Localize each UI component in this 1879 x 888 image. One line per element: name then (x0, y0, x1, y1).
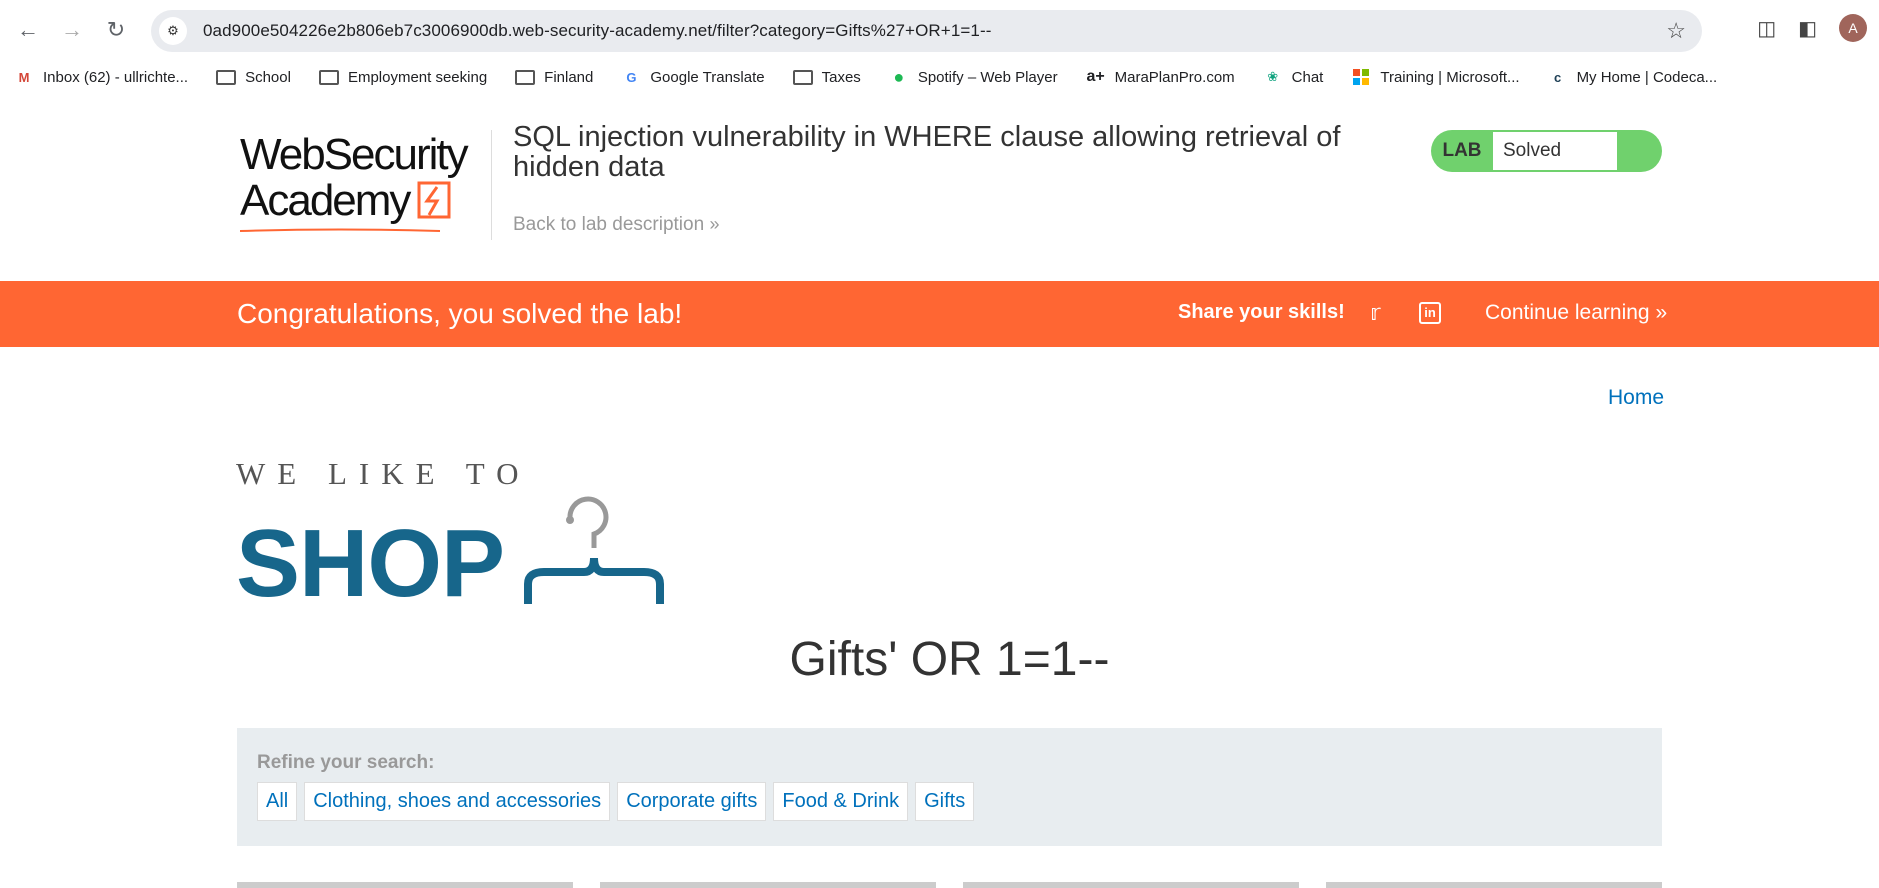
filter-all[interactable]: All (257, 782, 298, 821)
back-arrow-icon[interactable]: ← (12, 14, 44, 46)
home-link[interactable]: Home (1608, 386, 1664, 410)
extensions-icon[interactable]: ◫ (1757, 16, 1776, 41)
shop-logo[interactable]: WE LIKE TO SHOP (236, 456, 674, 617)
bookmark-codecademy[interactable]: c My Home | Codeca... (1548, 69, 1717, 86)
filter-panel: Refine your search: All Clothing, shoes … (237, 728, 1662, 846)
share-skills-label: Share your skills! (1178, 301, 1345, 323)
folder-icon (216, 69, 237, 85)
chat-icon: ❀ (1267, 69, 1279, 84)
bookmark-employment[interactable]: Employment seeking (318, 69, 487, 86)
browser-toolbar: ← → ↻ ⚙ 0ad900e504226e2b806eb7c3006900db… (0, 0, 1879, 62)
product-grid (237, 882, 1662, 888)
shop-tagline: WE LIKE TO (236, 456, 531, 491)
lab-header: WebSecurity Academy SQL injection vulner… (0, 92, 1879, 282)
bookmarks-bar: M Inbox (62) - ullrichte... School Employ… (0, 62, 1879, 92)
bookmark-google-translate[interactable]: G Google Translate (621, 69, 764, 86)
product-card[interactable] (237, 882, 573, 888)
side-panel-icon[interactable]: ◧ (1798, 16, 1817, 41)
forward-arrow-icon[interactable]: → (56, 14, 88, 46)
back-to-lab-description-link[interactable]: Back to lab description » (513, 214, 719, 236)
web-security-academy-logo[interactable]: WebSecurity Academy (240, 132, 469, 232)
address-bar[interactable]: ⚙ 0ad900e504226e2b806eb7c3006900db.web-s… (151, 10, 1702, 52)
filter-gifts[interactable]: Gifts (915, 782, 975, 821)
folder-icon (318, 69, 339, 85)
solved-banner: Congratulations, you solved the lab! Sha… (0, 281, 1879, 347)
spotify-icon: ● (893, 66, 905, 87)
hanger-icon (524, 496, 665, 604)
site-info-icon[interactable]: ⚙ (159, 17, 187, 45)
category-title: Gifts' OR 1=1-- (789, 633, 1110, 686)
bookmark-school[interactable]: School (216, 69, 291, 86)
filter-corporate-gifts[interactable]: Corporate gifts (617, 782, 767, 821)
url-text[interactable]: 0ad900e504226e2b806eb7c3006900db.web-sec… (203, 21, 991, 41)
lab-status-value: Solved (1493, 132, 1617, 170)
folder-icon (515, 69, 536, 85)
bookmark-star-icon[interactable]: ☆ (1666, 18, 1686, 44)
bookmark-training[interactable]: Training | Microsoft... (1351, 69, 1520, 86)
lab-title: SQL injection vulnerability in WHERE cla… (513, 121, 1341, 183)
linkedin-icon[interactable]: in (1419, 302, 1441, 324)
product-card[interactable] (1326, 882, 1662, 888)
double-chevron-right-icon: » (709, 214, 720, 234)
category-filters: All Clothing, shoes and accessories Corp… (257, 782, 975, 821)
continue-learning-link[interactable]: Continue learning » (1485, 301, 1667, 325)
bookmark-spotify[interactable]: ● Spotify – Web Player (889, 66, 1057, 87)
bookmark-finland[interactable]: Finland (515, 69, 593, 86)
filter-food-drink[interactable]: Food & Drink (773, 782, 909, 821)
codecademy-icon: c (1553, 69, 1562, 85)
product-card[interactable] (600, 882, 936, 888)
avatar[interactable]: A (1839, 14, 1867, 42)
bookmark-taxes[interactable]: Taxes (792, 69, 861, 86)
bookmark-inbox[interactable]: M Inbox (62) - ullrichte... (14, 69, 188, 86)
a-plus-icon: a+ (1086, 68, 1105, 85)
reload-icon[interactable]: ↻ (100, 14, 132, 46)
lab-status-widget: LAB Solved (1431, 130, 1662, 172)
microsoft-icon (1351, 69, 1371, 85)
header-divider (491, 130, 492, 240)
congratulations-message: Congratulations, you solved the lab! (237, 298, 683, 329)
filter-clothing[interactable]: Clothing, shoes and accessories (304, 782, 611, 821)
gmail-icon: M (18, 69, 30, 85)
lab-status-label: LAB (1442, 140, 1482, 161)
product-card[interactable] (963, 882, 1299, 888)
bookmark-maraplanpro[interactable]: a+ MaraPlanPro.com (1086, 68, 1234, 86)
twitter-icon[interactable]: 𝕣 (1370, 300, 1381, 326)
translate-icon: G (626, 69, 637, 85)
bookmark-chat[interactable]: ❀ Chat (1263, 69, 1323, 86)
folder-icon (792, 69, 813, 85)
academy-lightning-icon (417, 181, 451, 219)
double-chevron-right-icon: » (1655, 301, 1668, 324)
shop-brand: SHOP (236, 510, 505, 617)
logo-underline (240, 228, 441, 232)
refine-search-label: Refine your search: (257, 752, 435, 773)
